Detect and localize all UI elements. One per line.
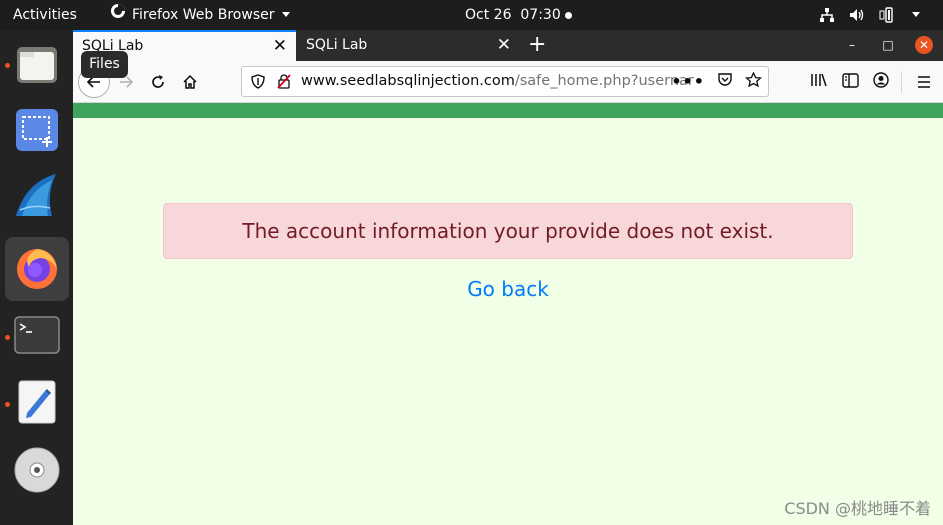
firefox-icon xyxy=(13,243,61,295)
home-button[interactable] xyxy=(177,69,203,95)
tab-inactive[interactable]: SQLi Lab ✕ xyxy=(297,30,520,61)
dock-firefox[interactable] xyxy=(5,237,69,301)
hamburger-menu-button[interactable] xyxy=(911,69,937,95)
url-path: /safe_home.php?usernan xyxy=(514,73,694,89)
network-icon xyxy=(819,7,835,23)
clock-time: 07:30 xyxy=(520,7,561,23)
library-icon[interactable] xyxy=(810,72,828,92)
close-icon[interactable]: ✕ xyxy=(497,30,511,61)
account-icon[interactable] xyxy=(873,72,889,92)
dock-text-editor[interactable] xyxy=(5,372,69,436)
minimize-button[interactable]: – xyxy=(843,36,861,54)
bookmark-star-icon[interactable] xyxy=(744,70,763,92)
tab-title: SQLi Lab xyxy=(306,37,368,53)
dock-disc[interactable] xyxy=(5,440,69,504)
chevron-down-icon xyxy=(281,0,291,30)
url-bar[interactable]: www.seedlabsqlinjection.com/safe_home.ph… xyxy=(241,66,769,97)
dock-files[interactable] xyxy=(5,35,69,99)
dock-wireshark[interactable] xyxy=(5,165,69,229)
tab-bar: SQLi Lab ✕ SQLi Lab ✕ + – □ ✕ xyxy=(73,30,943,61)
go-back-link[interactable]: Go back xyxy=(467,277,549,301)
url-text[interactable]: www.seedlabsqlinjection.com/safe_home.ph… xyxy=(301,67,694,96)
home-icon xyxy=(183,74,197,89)
close-icon[interactable]: ✕ xyxy=(273,32,287,60)
chevron-down-icon xyxy=(911,11,921,19)
page-content: The account information your provide doe… xyxy=(73,103,943,525)
app-menu[interactable]: Firefox Web Browser xyxy=(110,0,291,30)
toolbar-right xyxy=(810,69,889,95)
nav-bar: www.seedlabsqlinjection.com/safe_home.ph… xyxy=(73,61,943,103)
window-controls: – □ ✕ xyxy=(843,36,933,54)
volume-icon xyxy=(849,7,865,23)
clock[interactable]: Oct 26 07:30 xyxy=(465,0,561,30)
gnome-top-bar: Activities Firefox Web Browser Oct 26 07… xyxy=(0,0,943,30)
dock-tooltip: Files xyxy=(81,51,128,78)
files-icon xyxy=(15,43,59,91)
new-tab-button[interactable]: + xyxy=(528,30,546,61)
text-editor-icon xyxy=(17,379,57,429)
header-bar xyxy=(73,103,943,118)
notification-dot xyxy=(565,12,572,19)
wireshark-icon xyxy=(12,170,62,224)
clock-date: Oct 26 xyxy=(465,7,512,23)
screenshot-icon xyxy=(15,108,59,156)
maximize-button[interactable]: □ xyxy=(879,36,897,54)
window-close-button[interactable]: ✕ xyxy=(915,36,933,54)
url-actions: ••• xyxy=(671,67,763,96)
activities-button[interactable]: Activities xyxy=(13,0,77,30)
url-domain: www.seedlabsqlinjection.com xyxy=(301,73,515,89)
dock-screenshot[interactable] xyxy=(5,100,69,164)
reload-icon xyxy=(152,75,164,88)
hamburger-icon xyxy=(918,76,930,88)
reload-button[interactable] xyxy=(145,69,171,95)
watermark: CSDN @桃地睡不着 xyxy=(784,499,931,518)
app-menu-label: Firefox Web Browser xyxy=(132,7,275,23)
insecure-lock-icon[interactable] xyxy=(277,74,291,93)
shield-icon[interactable] xyxy=(251,74,265,93)
battery-icon xyxy=(879,7,897,23)
system-tray[interactable] xyxy=(819,0,921,30)
dock xyxy=(0,30,73,525)
toolbar-separator xyxy=(901,71,902,93)
sidebar-icon[interactable] xyxy=(842,72,859,92)
terminal-icon xyxy=(14,316,60,358)
dock-terminal[interactable] xyxy=(5,305,69,369)
disc-icon xyxy=(14,447,60,497)
error-alert: The account information your provide doe… xyxy=(163,203,853,259)
page-actions-icon[interactable]: ••• xyxy=(671,72,705,91)
firefox-small-icon xyxy=(110,0,126,30)
pocket-icon[interactable] xyxy=(717,72,733,91)
